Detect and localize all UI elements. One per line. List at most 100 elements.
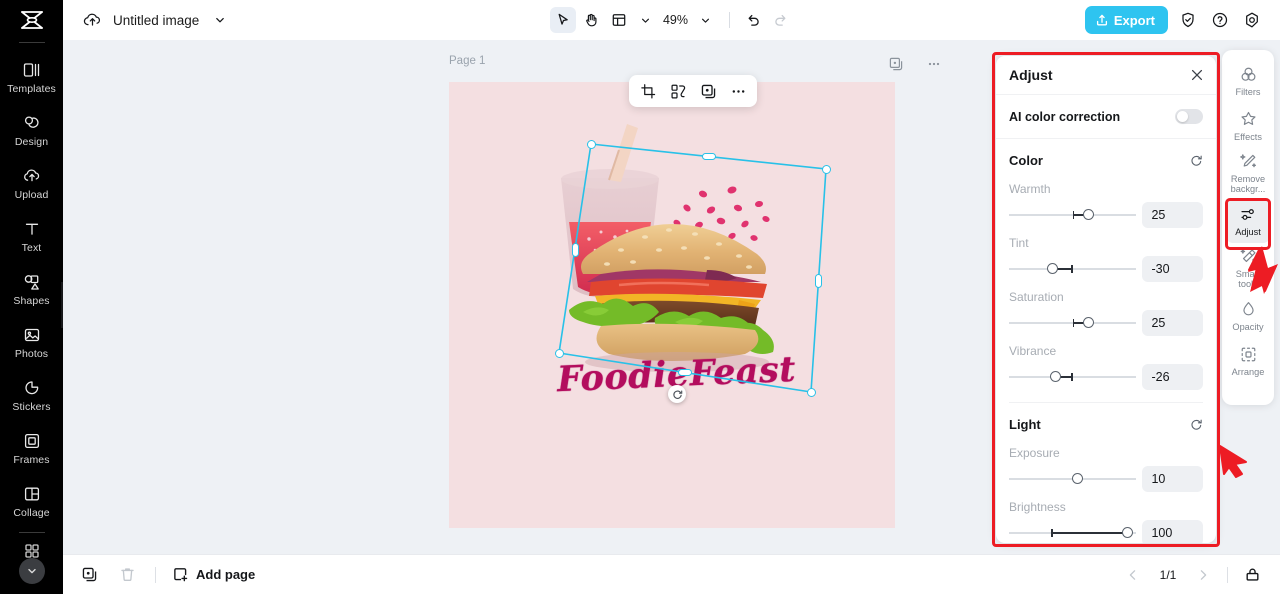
sidebar-item-photos[interactable]: Photos — [0, 316, 63, 369]
sidebar-item-design[interactable]: Design — [0, 104, 63, 157]
object-toolbar — [629, 75, 757, 107]
selection-handle-left-mid[interactable] — [572, 243, 579, 257]
shield-check-icon[interactable] — [1176, 8, 1200, 32]
exposure-slider[interactable] — [1009, 472, 1136, 486]
reset-icon[interactable] — [1190, 154, 1203, 167]
cutout-icon[interactable] — [666, 79, 690, 103]
control-brightness: Brightness 100 — [1009, 492, 1203, 543]
zoom-dropdown-button[interactable] — [693, 7, 719, 33]
toggle-knob — [1177, 111, 1188, 122]
sidebar-item-label: Stickers — [12, 401, 51, 413]
bottom-divider-right — [1227, 566, 1228, 583]
help-circle-icon[interactable] — [1208, 8, 1232, 32]
burger-artwork-image — [561, 124, 774, 372]
brightness-value[interactable]: 100 — [1142, 520, 1203, 543]
page-more-icon[interactable] — [922, 52, 946, 76]
ai-color-correction-toggle[interactable] — [1175, 109, 1203, 124]
layout-icon — [612, 14, 625, 26]
artwork: FoodieFeast — [449, 82, 895, 528]
selection-handle-bottom-mid[interactable] — [678, 369, 692, 376]
slider-thumb[interactable] — [1083, 209, 1094, 220]
select-tool-button[interactable] — [549, 7, 576, 33]
ai-color-correction-label: AI color correction — [1009, 109, 1121, 124]
exposure-value[interactable]: 10 — [1142, 466, 1203, 492]
sidebar-item-templates[interactable]: Templates — [0, 51, 63, 104]
slider-thumb[interactable] — [1050, 371, 1061, 382]
cloud-upload-icon[interactable] — [80, 8, 104, 32]
brightness-slider[interactable] — [1009, 526, 1136, 540]
sidebar-item-label: Frames — [13, 454, 50, 466]
artboard[interactable]: FoodieFeast — [449, 82, 895, 528]
add-page-button[interactable]: Add page — [172, 566, 255, 583]
tool-item-effects[interactable]: Effects — [1222, 103, 1274, 148]
smart-tools-icon — [1240, 249, 1256, 263]
stickers-icon — [22, 378, 42, 398]
selection-handle-bottom-left[interactable] — [555, 349, 564, 358]
tool-item-arrange[interactable]: Arrange — [1222, 338, 1274, 383]
selection-handle-top-left[interactable] — [587, 140, 596, 149]
saturation-slider[interactable] — [1009, 316, 1136, 330]
zoom-level[interactable]: 49% — [661, 13, 691, 27]
next-page-button[interactable] — [1191, 563, 1215, 587]
selection-handle-top-mid[interactable] — [702, 153, 716, 160]
crop-icon[interactable] — [636, 79, 660, 103]
undo-button[interactable] — [740, 7, 766, 33]
vibrance-value[interactable]: -26 — [1142, 364, 1203, 390]
tool-item-remove-background[interactable]: Remove backgr... — [1222, 148, 1274, 198]
layout-dropdown-button[interactable] — [633, 7, 659, 33]
adjust-icon — [1240, 208, 1254, 220]
hand-tool-button[interactable] — [578, 7, 604, 33]
duplicate-icon[interactable] — [696, 79, 720, 103]
settings-gear-icon[interactable] — [1240, 8, 1264, 32]
tool-item-adjust[interactable]: Adjust — [1226, 198, 1270, 243]
reset-icon[interactable] — [1190, 418, 1203, 431]
sidebar-item-upload[interactable]: Upload — [0, 157, 63, 210]
tool-item-opacity[interactable]: Opacity — [1222, 293, 1274, 338]
more-horizontal-icon[interactable] — [726, 79, 750, 103]
vibrance-slider[interactable] — [1009, 370, 1136, 384]
slider-thumb[interactable] — [1047, 263, 1058, 274]
sidebar-item-label: Design — [14, 136, 49, 148]
selection-handle-bottom-right[interactable] — [807, 388, 816, 397]
redo-button[interactable] — [768, 7, 794, 33]
delete-page-button[interactable] — [115, 563, 139, 587]
sidebar-expand-button[interactable] — [18, 558, 45, 584]
left-rail-items: Templates Design Upload Text Shapes Phot… — [0, 51, 63, 528]
slider-thumb[interactable] — [1072, 473, 1083, 484]
saturation-value[interactable]: 25 — [1142, 310, 1203, 336]
sidebar-item-stickers[interactable]: Stickers — [0, 369, 63, 422]
control-saturation: Saturation 25 — [1009, 282, 1203, 336]
duplicate-page-icon[interactable] — [77, 563, 101, 587]
sidebar-item-frames[interactable]: Frames — [0, 422, 63, 475]
layout-tool-group[interactable] — [606, 7, 659, 33]
sidebar-item-text[interactable]: Text — [0, 210, 63, 263]
slider-thumb[interactable] — [1122, 527, 1133, 538]
warmth-value[interactable]: 25 — [1142, 202, 1203, 228]
control-warmth: Warmth 25 — [1009, 174, 1203, 228]
sidebar-more-apps[interactable] — [0, 542, 63, 588]
tint-slider[interactable] — [1009, 262, 1136, 276]
layout-tool-button[interactable] — [606, 7, 632, 33]
sidebar-item-collage[interactable]: Collage — [0, 475, 63, 528]
tool-item-smart-tools[interactable]: Smart tools — [1222, 243, 1274, 293]
slider-thumb[interactable] — [1083, 317, 1094, 328]
selection-handle-top-right[interactable] — [822, 165, 831, 174]
panel-title: Adjust — [1009, 67, 1053, 83]
sidebar-item-shapes[interactable]: Shapes — [0, 263, 63, 316]
warmth-slider[interactable] — [1009, 208, 1136, 222]
document-title[interactable]: Untitled image — [113, 13, 199, 28]
prev-page-button[interactable] — [1121, 563, 1145, 587]
duplicate-page-icon[interactable] — [884, 52, 908, 76]
sidebar-item-label: Upload — [14, 189, 49, 201]
app-logo[interactable] — [0, 0, 63, 40]
chevron-right-icon — [1200, 569, 1207, 580]
selection-handle-right-mid[interactable] — [815, 274, 822, 288]
tool-item-label: Remove backgr... — [1230, 174, 1266, 194]
lock-button[interactable] — [1240, 563, 1264, 587]
tool-item-filters[interactable]: Filters — [1222, 58, 1274, 103]
rotate-handle[interactable] — [668, 385, 686, 403]
tint-value[interactable]: -30 — [1142, 256, 1203, 282]
export-button[interactable]: Export — [1084, 6, 1168, 34]
close-icon[interactable] — [1190, 68, 1204, 82]
title-dropdown-button[interactable] — [208, 8, 232, 32]
